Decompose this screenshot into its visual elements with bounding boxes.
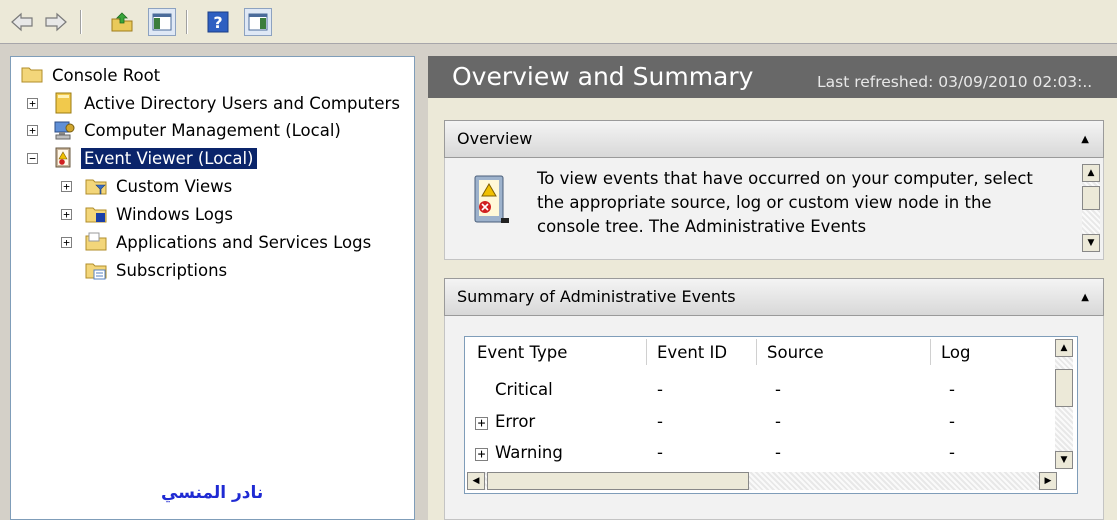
page-header: Overview and Summary Last refreshed: 03/… <box>428 56 1117 98</box>
scroll-right-icon[interactable]: ▶ <box>1039 472 1057 490</box>
column-header-source[interactable]: Source <box>757 339 931 365</box>
overview-section-body: To view events that have occurred on you… <box>444 158 1104 260</box>
collapse-icon[interactable]: − <box>27 153 38 164</box>
show-hide-action-pane-icon[interactable] <box>244 8 272 36</box>
help-icon[interactable]: ? <box>204 8 232 36</box>
row-warning-id: - <box>657 443 663 462</box>
row-warning-type[interactable]: Warning <box>495 443 563 462</box>
row-warning-log: - <box>949 443 955 462</box>
up-folder-icon[interactable] <box>108 8 136 36</box>
forward-icon[interactable] <box>42 8 70 36</box>
column-header-event-type[interactable]: Event Type <box>467 339 647 365</box>
row-critical-log: - <box>949 380 955 399</box>
collapse-arrow-icon[interactable]: ▲ <box>1081 292 1089 303</box>
column-header-log[interactable]: Log <box>931 339 1051 365</box>
scroll-down-icon[interactable]: ▼ <box>1055 451 1073 469</box>
subscriptions-icon <box>85 259 107 281</box>
signature-text: نادر المنسي <box>161 483 264 503</box>
results-pane: Overview and Summary Last refreshed: 03/… <box>428 56 1117 520</box>
windows-logs-folder-icon <box>85 203 107 225</box>
address-book-icon <box>53 92 75 114</box>
filter-folder-icon <box>85 175 107 197</box>
row-error-log: - <box>949 412 955 431</box>
computer-management-icon <box>53 119 75 141</box>
toolbar: ? <box>0 0 1117 44</box>
expand-icon[interactable]: + <box>61 181 72 192</box>
expand-icon[interactable]: + <box>61 237 72 248</box>
folder-icon <box>85 231 107 253</box>
expand-icon[interactable]: + <box>475 448 488 461</box>
row-error-id: - <box>657 412 663 431</box>
back-icon[interactable] <box>8 8 36 36</box>
table-vertical-scrollbar[interactable]: ▲ ▼ <box>1055 339 1073 469</box>
tree-item-active-directory[interactable]: Active Directory Users and Computers <box>53 90 403 116</box>
show-hide-console-tree-icon[interactable] <box>148 8 176 36</box>
admin-events-table: Event Type Event ID Source Log Critical … <box>464 336 1078 494</box>
tree-item-computer-management[interactable]: Computer Management (Local) <box>53 117 344 143</box>
expand-icon[interactable]: + <box>27 98 38 109</box>
row-critical-type[interactable]: Critical <box>495 380 553 399</box>
collapse-arrow-icon[interactable]: ▲ <box>1081 134 1089 145</box>
console-tree: Console Root + Active Directory Users an… <box>10 56 415 520</box>
scroll-left-icon[interactable]: ◀ <box>467 472 485 490</box>
scroll-down-icon[interactable]: ▼ <box>1082 234 1100 252</box>
row-warning-source: - <box>775 443 781 462</box>
svg-text:?: ? <box>213 13 222 32</box>
tree-item-console-root[interactable]: Console Root <box>21 62 163 88</box>
scroll-up-icon[interactable]: ▲ <box>1082 164 1100 182</box>
row-critical-id: - <box>657 380 663 399</box>
overview-section-header[interactable]: Overview ▲ <box>444 120 1104 158</box>
tree-item-windows-logs[interactable]: Windows Logs <box>85 201 236 227</box>
tree-item-applications-and-services-logs[interactable]: Applications and Services Logs <box>85 229 374 255</box>
event-viewer-icon <box>53 147 75 169</box>
row-error-type[interactable]: Error <box>495 412 535 431</box>
scroll-thumb[interactable] <box>1082 186 1100 210</box>
scroll-thumb[interactable] <box>487 472 749 490</box>
scroll-up-icon[interactable]: ▲ <box>1055 339 1073 357</box>
expand-icon[interactable]: + <box>61 209 72 220</box>
row-critical-source: - <box>775 380 781 399</box>
event-log-icon <box>471 174 511 232</box>
tree-item-custom-views[interactable]: Custom Views <box>85 173 235 199</box>
overview-scrollbar[interactable]: ▲ ▼ <box>1082 164 1100 252</box>
scroll-thumb[interactable] <box>1055 369 1073 407</box>
tree-item-event-viewer[interactable]: Event Viewer (Local) <box>53 145 257 171</box>
expand-icon[interactable]: + <box>475 417 488 430</box>
overview-text: To view events that have occurred on you… <box>537 169 1033 236</box>
last-refreshed-text: Last refreshed: 03/09/2010 02:03:.. <box>817 73 1093 91</box>
table-horizontal-scrollbar[interactable]: ◀ ▶ <box>467 472 1057 490</box>
folder-icon <box>21 64 43 86</box>
summary-section-header[interactable]: Summary of Administrative Events ▲ <box>444 278 1104 316</box>
row-error-source: - <box>775 412 781 431</box>
page-title: Overview and Summary <box>452 62 754 91</box>
column-header-event-id[interactable]: Event ID <box>647 339 757 365</box>
expand-icon[interactable]: + <box>27 125 38 136</box>
tree-item-subscriptions[interactable]: Subscriptions <box>85 257 230 283</box>
